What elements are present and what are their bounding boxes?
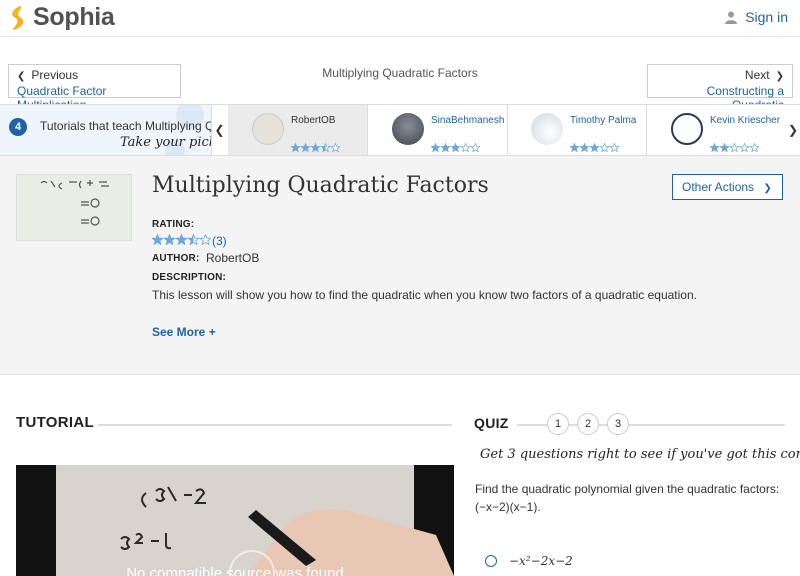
video-frame-icon	[16, 465, 454, 576]
user-icon	[725, 11, 738, 24]
tutorial-picker: 4 Tutorials that teach Multiplying Q Tak…	[0, 104, 800, 156]
tutorial-card[interactable]: SinaBehmanesh	[368, 105, 508, 155]
stars-icon	[290, 142, 341, 153]
stars-icon	[430, 142, 481, 153]
sign-in-label: Sign in	[745, 9, 788, 25]
stars-icon	[709, 142, 760, 153]
star-icon	[599, 142, 610, 153]
star-icon	[579, 142, 590, 153]
other-actions-label: Other Actions	[682, 180, 755, 194]
star-icon	[709, 142, 720, 153]
rating-label: RATING:	[152, 219, 195, 230]
tutorial-author: RobertOB	[291, 115, 336, 126]
rating-stars	[430, 139, 481, 157]
previous-button[interactable]: ❮Previous Quadratic Factor Multiplicatio…	[8, 64, 181, 112]
tutorial-thumbnail	[671, 113, 703, 145]
rating-stars	[151, 232, 212, 250]
tutorial-count-badge: 4	[9, 118, 27, 136]
tutorial-thumbnail	[531, 113, 563, 145]
carousel-next-button[interactable]: ❯	[786, 105, 800, 155]
star-icon	[330, 142, 341, 153]
chevron-down-icon: ❯	[763, 183, 772, 194]
quiz-option[interactable]: −x²−2x−2	[485, 554, 573, 568]
sophia-logo-icon	[12, 5, 24, 30]
quiz-question-2[interactable]: 2	[577, 413, 599, 435]
author-label: AUTHOR:	[152, 253, 200, 264]
star-icon	[187, 233, 200, 246]
tutorial-thumbnail	[252, 113, 284, 145]
tutorial-author: Kevin Kriescher	[710, 115, 781, 126]
rating-stars	[290, 139, 341, 157]
star-icon	[719, 142, 730, 153]
description-label: DESCRIPTION:	[152, 272, 227, 283]
rating-count[interactable]: (3)	[212, 234, 227, 248]
star-icon	[151, 233, 164, 246]
author-name: RobertOB	[206, 251, 260, 265]
star-icon	[290, 142, 301, 153]
star-icon	[749, 142, 760, 153]
tutorial-heading: TUTORIAL	[16, 414, 94, 431]
star-icon	[310, 142, 321, 153]
tutorials-label: Tutorials that teach Multiplying Q	[40, 119, 211, 133]
star-icon	[199, 233, 212, 246]
tutorial-divider	[98, 424, 452, 426]
quiz-question-3[interactable]: 3	[607, 413, 629, 435]
quiz-question-text: Find the quadratic polynomial given the …	[475, 482, 780, 514]
tutorial-card[interactable]: Kevin Kriescher	[647, 105, 787, 155]
description-text: This lesson will show you how to find th…	[152, 288, 697, 302]
star-icon	[470, 142, 481, 153]
star-icon	[739, 142, 750, 153]
see-more-link[interactable]: See More +	[152, 325, 216, 339]
star-icon	[450, 142, 461, 153]
video-player[interactable]: No compatible source was found	[16, 465, 454, 576]
sign-in-link[interactable]: Sign in	[725, 9, 788, 25]
star-icon	[320, 142, 331, 153]
chevron-left-icon: ❮	[17, 71, 26, 82]
sophia-logo[interactable]: Sophia	[8, 3, 115, 32]
chevron-left-icon: ❮	[214, 123, 225, 137]
tutorial-card[interactable]: Timothy Palma	[507, 105, 647, 155]
tutorial-author: Timothy Palma	[570, 115, 637, 126]
handwritten-math-icon	[40, 180, 109, 226]
take-your-pick: Take your pick:	[120, 135, 211, 150]
star-icon	[300, 142, 311, 153]
video-error-message: No compatible source was found	[126, 565, 344, 576]
next-button[interactable]: Next❯ Constructing a Quadratic	[647, 64, 793, 112]
quiz-option-text: −x²−2x−2	[509, 554, 573, 568]
chevron-right-icon: ❯	[787, 123, 799, 137]
chevron-right-icon: ❯	[775, 71, 784, 82]
lesson-thumbnail[interactable]	[16, 174, 132, 241]
radio-button[interactable]	[485, 555, 497, 567]
rating-stars	[709, 139, 760, 157]
quiz-question-1[interactable]: 1	[547, 413, 569, 435]
next-label: Next	[744, 68, 770, 82]
tutorial-card[interactable]: RobertOB	[228, 105, 368, 155]
star-icon	[430, 142, 441, 153]
other-actions-button[interactable]: Other Actions ❯	[672, 174, 783, 200]
star-icon	[569, 142, 580, 153]
quiz-heading: QUIZ	[474, 415, 509, 431]
star-icon	[460, 142, 471, 153]
stars-icon	[569, 142, 620, 153]
carousel-prev-button[interactable]: ❮	[211, 105, 227, 155]
site-header: Sophia Sign in	[0, 0, 800, 37]
rating-stars	[569, 139, 620, 157]
quiz-subtitle: Get 3 questions right to see if you've g…	[480, 447, 800, 462]
lesson-rating: (3)	[151, 232, 227, 250]
stars-icon	[151, 233, 212, 246]
star-icon	[175, 233, 188, 246]
star-icon	[163, 233, 176, 246]
star-icon	[589, 142, 600, 153]
star-icon	[609, 142, 620, 153]
previous-label: Previous	[31, 68, 79, 82]
brand-name: Sophia	[33, 3, 115, 31]
tutorial-thumbnail	[392, 113, 424, 145]
star-icon	[440, 142, 451, 153]
lesson-title: Multiplying Quadratic Factors	[152, 173, 489, 198]
star-icon	[729, 142, 740, 153]
tutorial-author: SinaBehmanesh	[431, 115, 505, 126]
tutorial-picker-label: 4 Tutorials that teach Multiplying Q Tak…	[0, 105, 211, 155]
